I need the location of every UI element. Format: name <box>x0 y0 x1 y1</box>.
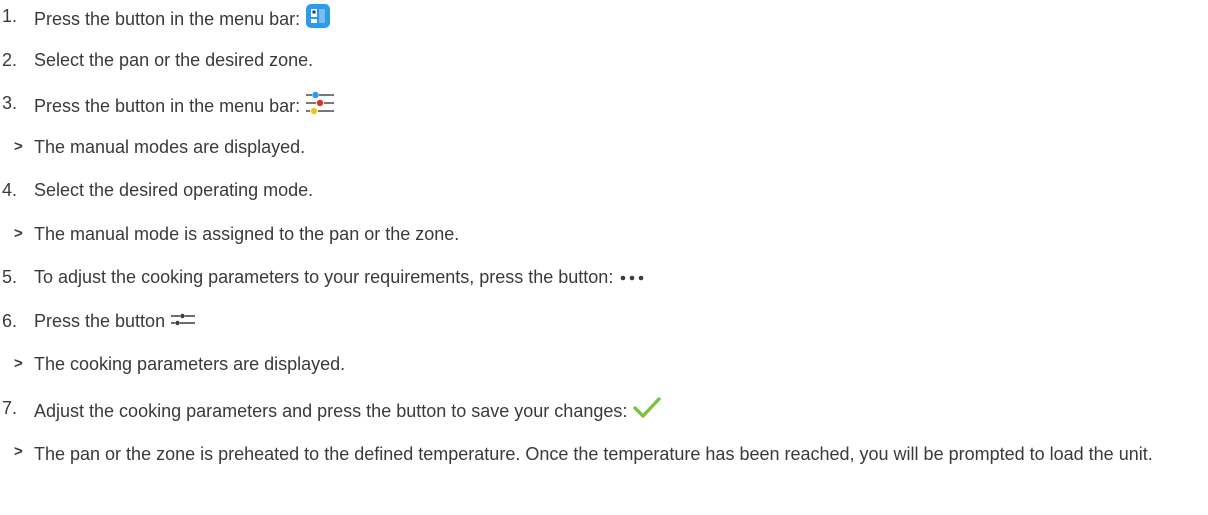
step-number: 5. <box>2 267 18 287</box>
step-text: Adjust the cooking parameters and press … <box>34 401 628 421</box>
result-text: The pan or the zone is preheated to the … <box>34 444 1153 464</box>
result-marker: > <box>14 138 23 155</box>
step-5: 5. To adjust the cooking parameters to y… <box>0 265 645 289</box>
step-text: To adjust the cooking parameters to your… <box>34 267 614 287</box>
step-text: Select the desired operating mode. <box>34 180 314 200</box>
result-text: The manual modes are displayed. <box>34 137 306 157</box>
cooking-parameters-icon <box>171 309 196 333</box>
step-3: 3. Press the button in the menu bar: <box>0 91 335 121</box>
result-4: > The pan or the zone is preheated to th… <box>0 440 1184 468</box>
result-text: The manual mode is assigned to the pan o… <box>34 224 460 244</box>
result-1: > The manual modes are displayed. <box>0 135 305 159</box>
step-1: 1. Press the button in the menu bar: <box>0 4 331 34</box>
manual-modes-sliders-icon <box>306 91 335 121</box>
result-text: The cooking parameters are displayed. <box>34 354 346 374</box>
result-3: > The cooking parameters are displayed. <box>0 352 345 376</box>
step-number: 4. <box>2 180 18 200</box>
instruction-steps: 1. Press the button in the menu bar: 2. … <box>0 0 1208 515</box>
more-dots-icon <box>619 265 645 289</box>
step-text: Press the button <box>34 311 166 331</box>
result-2: > The manual mode is assigned to the pan… <box>0 222 459 246</box>
pan-zone-icon <box>306 4 331 34</box>
step-2: 2. Select the pan or the desired zone. <box>0 48 313 72</box>
step-number: 6. <box>2 311 18 331</box>
step-text: Press the button in the menu bar: <box>34 9 301 29</box>
checkmark-icon <box>633 396 662 426</box>
step-number: 3. <box>2 93 18 113</box>
step-text: Select the pan or the desired zone. <box>34 50 314 70</box>
step-4: 4. Select the desired operating mode. <box>0 178 313 202</box>
step-number: 2. <box>2 50 18 70</box>
result-marker: > <box>14 225 23 242</box>
step-number: 1. <box>2 6 18 26</box>
step-number: 7. <box>2 398 18 418</box>
result-marker: > <box>14 355 23 372</box>
step-text: Press the button in the menu bar: <box>34 96 301 116</box>
result-marker: > <box>14 443 23 460</box>
step-6: 6. Press the button <box>0 309 196 333</box>
step-7: 7. Adjust the cooking parameters and pre… <box>0 396 662 426</box>
